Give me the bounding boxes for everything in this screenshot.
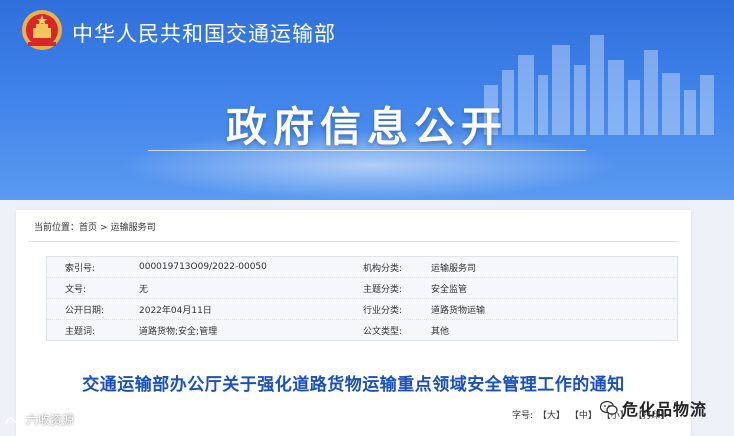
metadata-key: 主题分类: [363, 284, 403, 295]
metadata-value: 运输服务司 [431, 263, 477, 274]
site-banner: 中华人民共和国交通运输部 政府信息公开 [0, 0, 734, 200]
metadata-key: 行业分类: [363, 305, 403, 316]
document-title: 交通运输部办公厅关于强化道路货物运输重点领域安全管理工作的通知 [82, 375, 625, 395]
source-watermark: 六收资源 [4, 411, 74, 428]
metadata-value: 2022年04月11日 [139, 305, 212, 316]
metadata-value: 000019713O09/2022-00050 [139, 262, 267, 272]
breadcrumb-label: 当前位置： [34, 223, 80, 233]
content-panel: 当前位置：首页 > 运输服务司 索引号: 000019713O09/2022-000… [16, 210, 691, 436]
metadata-row: 主题词: 道路货物;安全;管理 公文类型: 其他 [47, 320, 677, 340]
breadcrumb-department-link[interactable]: 运输服务司 [111, 223, 156, 233]
watermark-account-name: 危化品物流 [622, 400, 708, 419]
document-metadata-table: 索引号: 000019713O09/2022-00050 机构分类: 运输服务司… [46, 256, 678, 341]
metadata-value: 道路货物;安全;管理 [139, 326, 218, 337]
breadcrumb-home-link[interactable]: 首页 [79, 223, 97, 233]
breadcrumb-divider [28, 241, 679, 242]
watermark-logo-icon [5, 415, 21, 424]
metadata-key: 主题词: [65, 326, 96, 337]
metadata-row: 文号: 无 主题分类: 安全监管 [47, 278, 677, 299]
metadata-value: 其他 [431, 326, 450, 337]
metadata-key: 文号: [65, 284, 87, 295]
page-hero-title: 政府信息公开 [226, 103, 508, 151]
wechat-icon [600, 400, 618, 415]
metadata-value: 安全监管 [431, 284, 468, 295]
ministry-name[interactable]: 中华人民共和国交通运输部 [72, 18, 336, 48]
metadata-value: 道路货物运输 [431, 305, 486, 316]
font-size-label: 字号: [512, 411, 534, 421]
hero-divider [148, 150, 586, 151]
metadata-row: 索引号: 000019713O09/2022-00050 机构分类: 运输服务司 [47, 257, 677, 278]
metadata-key: 索引号: [65, 263, 96, 274]
national-emblem-icon[interactable] [20, 8, 64, 52]
breadcrumb-separator: > [100, 223, 108, 233]
metadata-key: 公开日期: [65, 305, 105, 316]
account-watermark: 危化品物流 [600, 396, 707, 420]
metadata-key: 机构分类: [363, 263, 403, 274]
metadata-key: 公文类型: [363, 326, 403, 337]
font-size-medium-button[interactable]: 【中】 [570, 411, 597, 421]
breadcrumb: 当前位置：首页 > 运输服务司 [34, 220, 156, 233]
metadata-row: 公开日期: 2022年04月11日 行业分类: 道路货物运输 [47, 299, 677, 320]
metadata-value: 无 [139, 284, 149, 295]
font-size-large-button[interactable]: 【大】 [538, 411, 565, 421]
watermark-text: 六收资源 [26, 413, 75, 427]
